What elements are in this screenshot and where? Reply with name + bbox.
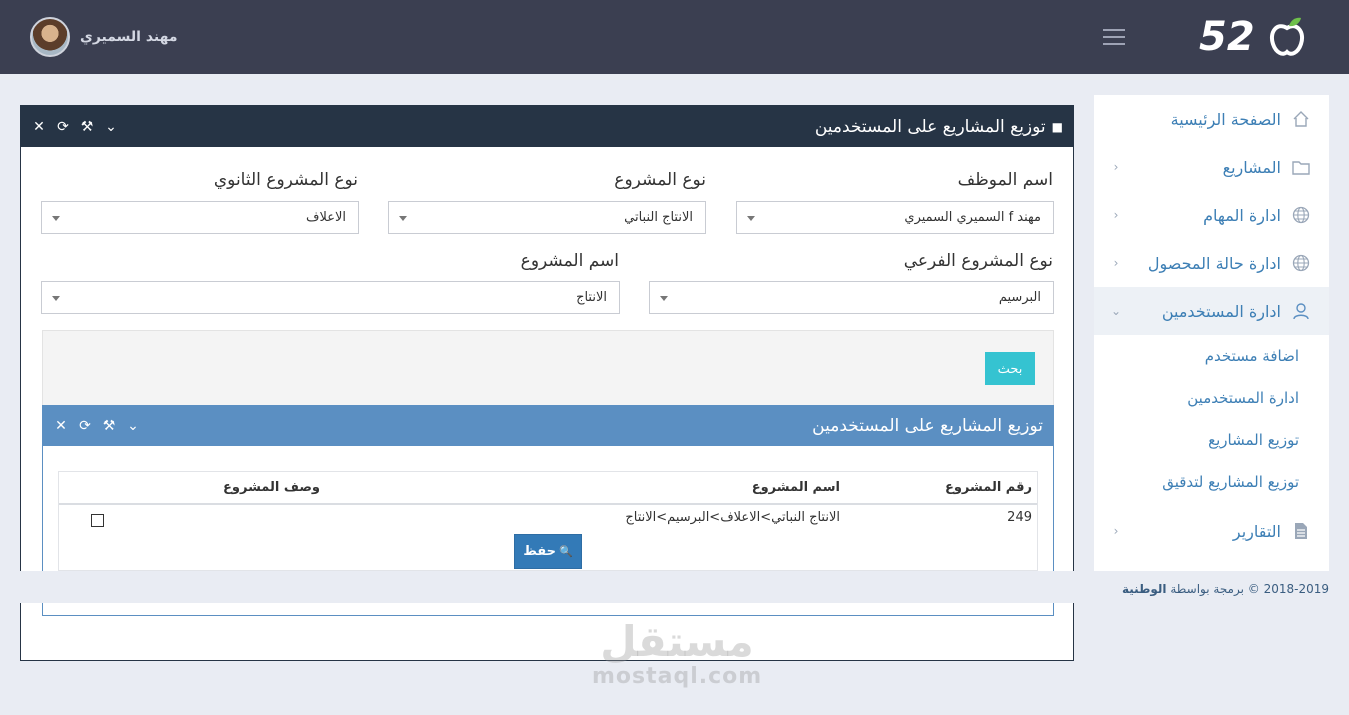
sidebar-item-home[interactable]: الصفحة الرئيسية bbox=[1094, 95, 1329, 143]
sidebar-subitem-add-user[interactable]: اضافة مستخدم bbox=[1094, 335, 1329, 377]
project-name-select[interactable]: الانتاج bbox=[41, 281, 620, 314]
sidebar-item-users[interactable]: ادارة المستخدمين ⌄ bbox=[1094, 287, 1329, 335]
watermark-latin: mostaql.com bbox=[592, 664, 763, 689]
chevron-left-icon: ‹ bbox=[1113, 524, 1119, 538]
chevron-down-icon: ⌄ bbox=[1110, 304, 1122, 318]
employee-select[interactable]: مهند f السميري السميري bbox=[736, 201, 1054, 234]
apple-logo-icon bbox=[1270, 17, 1304, 58]
sidebar-item-crop-status[interactable]: ادارة حالة المحصول ‹ bbox=[1094, 239, 1329, 287]
save-label: حفظ bbox=[523, 544, 556, 559]
footer-brand-link[interactable]: الوطنية bbox=[1122, 582, 1167, 596]
column-header-name: اسم المشروع bbox=[751, 480, 840, 495]
sidebar-item-label: المشاريع bbox=[1222, 157, 1281, 177]
secondary-type-label: نوع المشروع الثانوي bbox=[213, 170, 358, 190]
sidebar-item-label: التقارير bbox=[1232, 521, 1281, 541]
top-bar: مهند السميري 52 bbox=[0, 0, 1349, 74]
home-icon bbox=[1291, 109, 1311, 129]
search-button[interactable]: بحث bbox=[985, 352, 1035, 385]
chevron-left-icon: ‹ bbox=[1113, 208, 1119, 222]
refresh-icon[interactable]: ⟳ bbox=[77, 418, 93, 434]
sidebar-item-projects[interactable]: المشاريع ‹ bbox=[1094, 143, 1329, 191]
sidebar-subitem-manage-users[interactable]: ادارة المستخدمين bbox=[1094, 377, 1329, 419]
cell-project-number: 249 bbox=[1007, 510, 1032, 525]
footer-copyright: 2018-2019 © برمجة بواسطة الوطنية bbox=[1122, 582, 1329, 596]
sub-type-value: البرسيم bbox=[998, 290, 1041, 305]
chevron-down-icon[interactable]: ⌄ bbox=[103, 119, 119, 135]
search-bar: بحث bbox=[42, 330, 1054, 406]
caret-down-icon bbox=[660, 296, 668, 301]
close-icon[interactable]: ✕ bbox=[53, 418, 69, 434]
user-menu[interactable]: مهند السميري bbox=[30, 17, 178, 57]
caret-down-icon bbox=[399, 216, 407, 221]
chevron-left-icon: ‹ bbox=[1113, 160, 1119, 174]
secondary-type-select[interactable]: الاعلاف bbox=[41, 201, 359, 234]
cell-project-name: الانتاج النباتي>الاعلاف>البرسيم>الانتاج bbox=[625, 510, 840, 525]
panel-title: ■ توزيع المشاريع على المستخدمين bbox=[815, 117, 1063, 137]
secondary-type-value: الاعلاف bbox=[305, 210, 346, 225]
project-type-select[interactable]: الانتاج النباتي bbox=[388, 201, 706, 234]
project-type-label: نوع المشروع bbox=[614, 170, 706, 190]
sidebar-subitem-distribute-projects[interactable]: توزيع المشاريع bbox=[1094, 419, 1329, 461]
search-plus-icon: 🔍 bbox=[558, 545, 573, 558]
sidebar-item-label: ادارة حالة المحصول bbox=[1147, 253, 1281, 273]
user-icon bbox=[1291, 301, 1311, 321]
select-checkbox[interactable] bbox=[91, 514, 104, 527]
sub-type-label: نوع المشروع الفرعي bbox=[903, 251, 1053, 271]
sidebar-item-label: ادارة المستخدمين bbox=[1161, 301, 1281, 321]
caret-down-icon bbox=[52, 216, 60, 221]
sidebar-item-reports[interactable]: التقارير ‹ bbox=[1094, 507, 1329, 555]
chevron-down-icon[interactable]: ⌄ bbox=[125, 418, 141, 434]
document-icon bbox=[1291, 521, 1311, 541]
folder-icon bbox=[1291, 157, 1311, 177]
divider-strip bbox=[0, 571, 1094, 603]
refresh-icon[interactable]: ⟳ bbox=[55, 119, 71, 135]
copyright-text: 2018-2019 © برمجة بواسطة bbox=[1170, 582, 1329, 596]
panel-tools: ✕ ⟳ ⚒ ⌄ bbox=[31, 119, 119, 135]
logo-text: 52 bbox=[1199, 14, 1255, 60]
results-panel-title: توزيع المشاريع على المستخدمين bbox=[812, 416, 1043, 436]
project-name-label: اسم المشروع bbox=[520, 251, 619, 271]
caret-down-icon bbox=[747, 216, 755, 221]
sidebar-item-label: ادارة المهام bbox=[1203, 205, 1281, 225]
table-divider bbox=[59, 503, 1037, 505]
sidebar-item-label: الصفحة الرئيسية bbox=[1170, 109, 1281, 129]
column-header-description: وصف المشروع bbox=[223, 480, 320, 495]
close-icon[interactable]: ✕ bbox=[31, 119, 47, 135]
sidebar: الصفحة الرئيسية المشاريع ‹ ادارة المهام … bbox=[1094, 95, 1329, 571]
wrench-icon[interactable]: ⚒ bbox=[79, 119, 95, 135]
employee-label: اسم الموظف bbox=[957, 170, 1053, 190]
panel-tools: ✕ ⟳ ⚒ ⌄ bbox=[53, 418, 141, 434]
watermark: مستقل mostaql.com bbox=[592, 617, 763, 690]
gift-icon: ■ bbox=[1051, 119, 1063, 134]
employee-value: مهند f السميري السميري bbox=[904, 210, 1041, 225]
avatar[interactable] bbox=[30, 17, 70, 57]
user-name: مهند السميري bbox=[80, 29, 178, 45]
panel-header: ✕ ⟳ ⚒ ⌄ ■ توزيع المشاريع على المستخدمين bbox=[21, 106, 1073, 147]
panel-title-text: توزيع المشاريع على المستخدمين bbox=[814, 116, 1046, 137]
globe-icon bbox=[1291, 205, 1311, 225]
wrench-icon[interactable]: ⚒ bbox=[101, 418, 117, 434]
globe-icon bbox=[1291, 253, 1311, 273]
menu-toggle-icon[interactable] bbox=[1103, 29, 1125, 45]
chevron-left-icon: ‹ bbox=[1113, 256, 1119, 270]
sub-type-select[interactable]: البرسيم bbox=[649, 281, 1054, 314]
project-name-value: الانتاج bbox=[576, 290, 607, 305]
sidebar-item-tasks[interactable]: ادارة المهام ‹ bbox=[1094, 191, 1329, 239]
results-panel-header: ✕ ⟳ ⚒ ⌄ توزيع المشاريع على المستخدمين bbox=[43, 406, 1053, 446]
save-button[interactable]: حفظ 🔍 bbox=[514, 534, 582, 569]
watermark-arabic: مستقل bbox=[600, 617, 754, 666]
project-type-value: الانتاج النباتي bbox=[624, 210, 693, 225]
logo[interactable]: 52 bbox=[1199, 12, 1309, 62]
caret-down-icon bbox=[52, 296, 60, 301]
column-header-number: رقم المشروع bbox=[944, 480, 1032, 495]
sidebar-subitem-distribute-review[interactable]: توزيع المشاريع لتدقيق bbox=[1094, 461, 1329, 503]
